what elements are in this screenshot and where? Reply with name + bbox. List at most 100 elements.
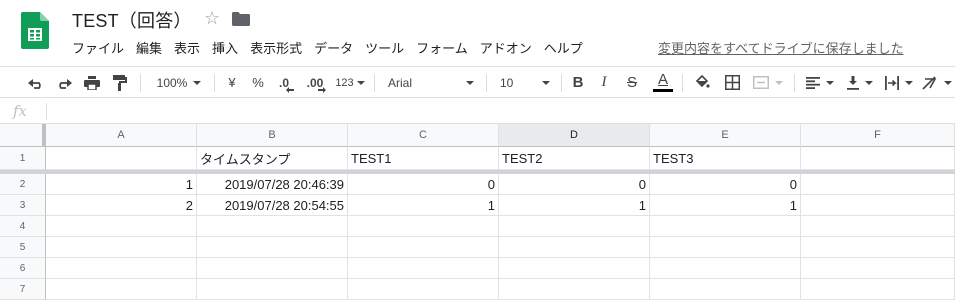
row-header-5[interactable]: 5 bbox=[0, 237, 46, 258]
menu-help[interactable]: ヘルプ bbox=[544, 38, 583, 58]
column-header-b[interactable]: B bbox=[197, 124, 348, 147]
menu-form[interactable]: フォーム bbox=[416, 38, 468, 58]
cell-b1[interactable]: タイムスタンプ bbox=[197, 147, 348, 170]
print-button[interactable] bbox=[80, 67, 104, 98]
cell-b4[interactable] bbox=[197, 216, 348, 237]
row-header-7[interactable]: 7 bbox=[0, 279, 46, 300]
zoom-select[interactable]: 100% bbox=[150, 67, 208, 98]
text-rotation-button[interactable] bbox=[920, 67, 954, 98]
cell-e3[interactable]: 1 bbox=[650, 195, 801, 216]
cell-f7[interactable] bbox=[801, 279, 955, 300]
cell-c2[interactable]: 0 bbox=[348, 174, 499, 195]
cell-c1[interactable]: TEST1 bbox=[348, 147, 499, 170]
cell-f1[interactable] bbox=[801, 147, 955, 170]
more-formats-button[interactable]: 123 bbox=[332, 67, 368, 98]
cell-a2[interactable]: 1 bbox=[46, 174, 197, 195]
fill-color-button[interactable] bbox=[692, 67, 712, 98]
cell-e5[interactable] bbox=[650, 237, 801, 258]
cell-a1[interactable] bbox=[46, 147, 197, 170]
cell-d7[interactable] bbox=[499, 279, 650, 300]
horizontal-align-button[interactable] bbox=[802, 67, 838, 98]
cell-e2[interactable]: 0 bbox=[650, 174, 801, 195]
cell-f3[interactable] bbox=[801, 195, 955, 216]
row-header-4[interactable]: 4 bbox=[0, 216, 46, 237]
undo-button[interactable] bbox=[24, 67, 48, 98]
cell-b6[interactable] bbox=[197, 258, 348, 279]
cell-b5[interactable] bbox=[197, 237, 348, 258]
folder-icon[interactable] bbox=[232, 12, 250, 26]
cell-a6[interactable] bbox=[46, 258, 197, 279]
cell-e6[interactable] bbox=[650, 258, 801, 279]
toolbar-separator bbox=[374, 74, 375, 92]
text-wrap-icon bbox=[885, 75, 899, 90]
vertical-align-button[interactable] bbox=[842, 67, 878, 98]
menu-file[interactable]: ファイル bbox=[72, 38, 124, 58]
cell-d1[interactable]: TEST2 bbox=[499, 147, 650, 170]
menu-tools[interactable]: ツール bbox=[365, 38, 404, 58]
cell-d2[interactable]: 0 bbox=[499, 174, 650, 195]
percent-format-button[interactable]: % bbox=[248, 67, 268, 98]
cell-b3[interactable]: 2019/07/28 20:54:55 bbox=[197, 195, 348, 216]
row-header-1[interactable]: 1 bbox=[0, 147, 46, 170]
cell-f4[interactable] bbox=[801, 216, 955, 237]
cell-a5[interactable] bbox=[46, 237, 197, 258]
cell-f6[interactable] bbox=[801, 258, 955, 279]
paint-format-button[interactable] bbox=[108, 67, 132, 98]
column-header-a[interactable]: A bbox=[46, 124, 197, 147]
column-header-e[interactable]: E bbox=[650, 124, 801, 147]
cell-c4[interactable] bbox=[348, 216, 499, 237]
increase-decimal-button[interactable]: .00 bbox=[300, 67, 330, 98]
cell-d3[interactable]: 1 bbox=[499, 195, 650, 216]
cell-c3[interactable]: 1 bbox=[348, 195, 499, 216]
decrease-decimal-button[interactable]: .0 bbox=[272, 67, 296, 98]
menu-edit[interactable]: 編集 bbox=[136, 38, 162, 58]
row-header-6[interactable]: 6 bbox=[0, 258, 46, 279]
cell-a7[interactable] bbox=[46, 279, 197, 300]
menu-view[interactable]: 表示 bbox=[174, 38, 200, 58]
cell-c7[interactable] bbox=[348, 279, 499, 300]
cell-a4[interactable] bbox=[46, 216, 197, 237]
text-wrapping-button[interactable] bbox=[882, 67, 916, 98]
font-family-select[interactable]: Arial bbox=[384, 67, 478, 98]
currency-format-button[interactable]: ¥ bbox=[222, 67, 242, 98]
borders-button[interactable] bbox=[722, 67, 742, 98]
cell-a3[interactable]: 2 bbox=[46, 195, 197, 216]
cell-c6[interactable] bbox=[348, 258, 499, 279]
redo-button[interactable] bbox=[52, 67, 76, 98]
cell-e4[interactable] bbox=[650, 216, 801, 237]
text-color-button[interactable]: A bbox=[652, 67, 674, 98]
chevron-down-icon bbox=[356, 80, 365, 85]
font-size-select[interactable]: 10 bbox=[496, 67, 554, 98]
italic-button[interactable]: I bbox=[594, 67, 614, 98]
formula-input[interactable] bbox=[52, 103, 932, 120]
cell-f2[interactable] bbox=[801, 174, 955, 195]
row-header-2[interactable]: 2 bbox=[0, 174, 46, 195]
cell-b2[interactable]: 2019/07/28 20:46:39 bbox=[197, 174, 348, 195]
cell-b7[interactable] bbox=[197, 279, 348, 300]
save-status-link[interactable]: 変更内容をすべてドライブに保存しました bbox=[658, 38, 904, 57]
strikethrough-button[interactable]: S bbox=[622, 67, 642, 98]
menu-data[interactable]: データ bbox=[314, 38, 353, 58]
align-left-icon bbox=[806, 76, 820, 89]
cell-e1[interactable]: TEST3 bbox=[650, 147, 801, 170]
select-all-corner[interactable] bbox=[0, 124, 46, 147]
cell-d4[interactable] bbox=[499, 216, 650, 237]
column-header-c[interactable]: C bbox=[348, 124, 499, 147]
cell-e7[interactable] bbox=[650, 279, 801, 300]
menu-addons[interactable]: アドオン bbox=[480, 38, 532, 58]
toolbar-separator bbox=[561, 74, 562, 92]
cell-d6[interactable] bbox=[499, 258, 650, 279]
cell-c5[interactable] bbox=[348, 237, 499, 258]
cell-d5[interactable] bbox=[499, 237, 650, 258]
cell-f5[interactable] bbox=[801, 237, 955, 258]
merge-cells-button[interactable] bbox=[750, 67, 786, 98]
row-header-3[interactable]: 3 bbox=[0, 195, 46, 216]
sheets-logo-icon[interactable] bbox=[21, 12, 49, 49]
menu-format[interactable]: 表示形式 bbox=[250, 38, 302, 58]
star-icon[interactable]: ☆ bbox=[204, 8, 220, 29]
column-header-d[interactable]: D bbox=[499, 124, 650, 147]
bold-button[interactable]: B bbox=[568, 67, 588, 98]
column-header-f[interactable]: F bbox=[801, 124, 955, 147]
menu-insert[interactable]: 挿入 bbox=[212, 38, 238, 58]
document-title[interactable]: TEST（回答） bbox=[72, 7, 192, 33]
